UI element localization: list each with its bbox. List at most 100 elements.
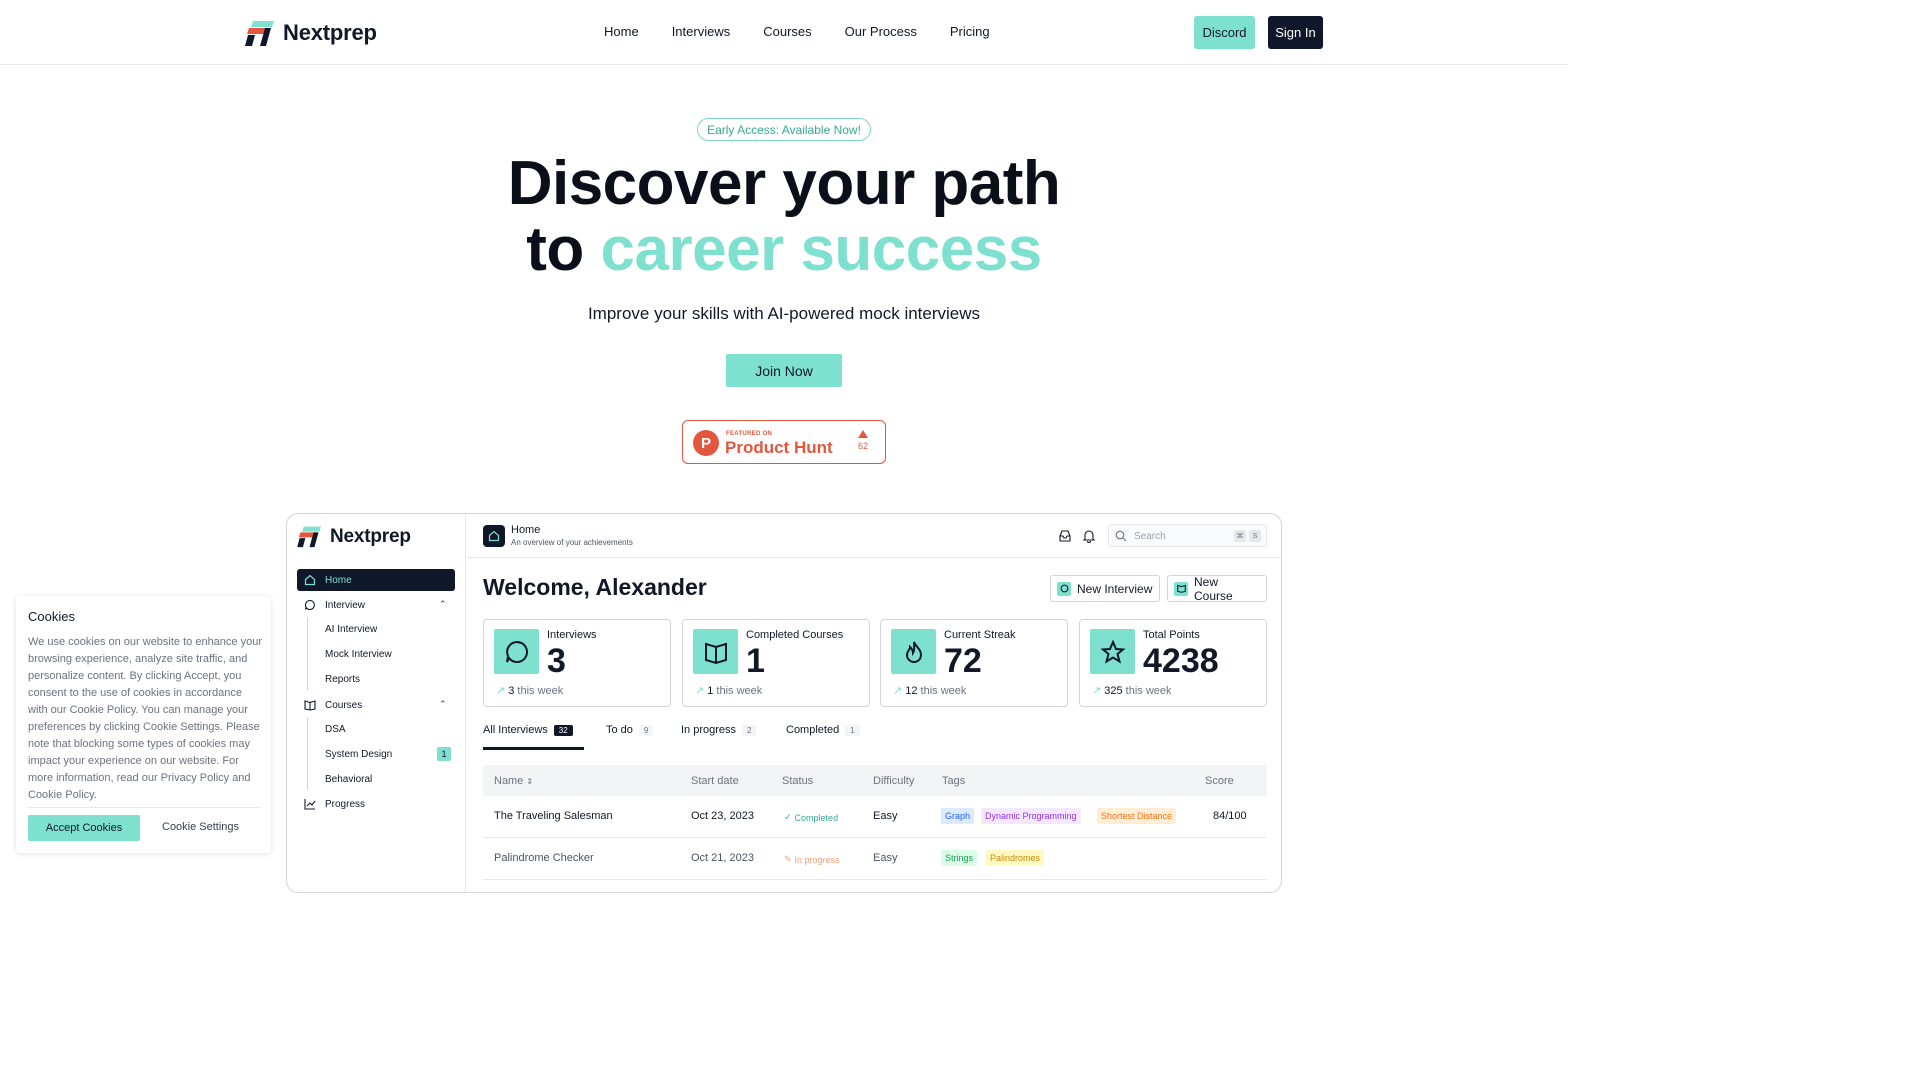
inbox-icon[interactable] [1058,529,1072,543]
product-hunt-name: Product Hunt [725,438,833,457]
stat-card-completed-courses[interactable]: Completed Courses 1 ↗ 1 this week [682,619,870,707]
new-interview-button[interactable]: New Interview [1050,575,1160,602]
tag: Dynamic Programming [981,808,1081,824]
column-start-date[interactable]: Start date [691,775,739,787]
sidebar-item-courses[interactable]: Courses [297,694,455,716]
cell-difficulty: Easy [873,810,898,822]
column-difficulty[interactable]: Difficulty [873,775,914,787]
cell-score: 84/100 [1213,810,1247,822]
cell-difficulty: Easy [873,852,898,864]
stat-card-current-streak[interactable]: Current Streak 72 ↗ 12 this week [880,619,1068,707]
chevron-up-icon[interactable]: ⌃ [439,699,447,710]
trend-up-icon: ↗ [695,685,705,697]
tag: Graph [941,808,975,824]
new-course-button[interactable]: New Course [1167,575,1267,603]
table-row[interactable]: Palindrome Checker Oct 21, 2023 ✎ In prog… [483,838,1267,880]
divider [28,807,260,808]
app-sidebar: Nextprep Home Interview ⌃ AI Interview M… [287,514,466,892]
sidebar-item-progress[interactable]: Progress [297,793,455,815]
join-now-button[interactable]: Join Now [726,354,842,387]
hero-accent: career success [600,215,1043,284]
status-badge: ✓ Completed [784,812,839,823]
hero-heading-line2: to career success [0,214,1568,285]
sidebar-item-system-design[interactable]: System Design [325,749,392,760]
chat-icon [494,629,539,674]
search-input[interactable]: Search ⌘ S [1108,524,1267,547]
tab-count: 2 [742,724,757,736]
nav-home[interactable]: Home [604,24,639,39]
tab-completed[interactable]: Completed 1 [786,724,860,736]
chevron-up-icon[interactable]: ⌃ [439,599,447,610]
tab-count: 32 [553,724,573,736]
logo-mark-icon [297,526,321,548]
page-subtitle: An overview of your achievements [511,538,633,547]
stat-card-total-points[interactable]: Total Points 4238 ↗ 325 this week [1079,619,1267,707]
sidebar-item-home[interactable]: Home [297,569,455,591]
main-nav: Home Interviews Courses Our Process Pric… [604,24,1023,39]
product-hunt-featured: FEATURED ON [726,431,773,437]
stat-value: 3 [547,642,566,680]
trend-up-icon: ↗ [1092,685,1102,697]
sidebar-item-label: Courses [325,699,363,711]
stat-delta: ↗ 12 this week [893,685,967,697]
stat-card-interviews[interactable]: Interviews 3 ↗ 3 this week [483,619,671,707]
sidebar-item-mock-interview[interactable]: Mock Interview [325,649,392,660]
nav-our-process[interactable]: Our Process [845,24,917,39]
sign-in-button[interactable]: Sign In [1268,16,1323,49]
app-main: Home An overview of your achievements Se… [467,514,1281,892]
search-placeholder: Search [1134,531,1166,542]
stat-delta: ↗ 3 this week [496,685,564,697]
column-tags[interactable]: Tags [942,775,965,787]
hero-prefix: to [526,215,584,284]
accept-cookies-button[interactable]: Accept Cookies [28,815,140,841]
sidebar-item-label: Progress [325,798,366,810]
column-score[interactable]: Score [1205,775,1234,787]
nav-interviews[interactable]: Interviews [672,24,731,39]
tree-line [307,617,308,690]
hero-heading-line1: Discover your path [507,149,1061,218]
stat-delta: ↗ 325 this week [1092,685,1172,697]
tag: Palindromes [986,850,1045,866]
sidebar-item-ai-interview[interactable]: AI Interview [325,624,377,635]
product-hunt-badge[interactable]: P FEATURED ON Product Hunt 62 [682,420,886,464]
stat-label: Current Streak [944,629,1016,641]
sidebar-item-dsa[interactable]: DSA [325,724,346,735]
chat-icon [1057,581,1071,596]
tab-all-interviews[interactable]: All Interviews 32 [483,724,573,736]
logo-mark-icon [245,21,274,46]
app-brand-logo[interactable]: Nextprep [297,525,411,548]
sidebar-item-behavioral[interactable]: Behavioral [325,774,372,785]
product-hunt-votes: 62 [853,430,873,451]
tab-count: 1 [845,724,860,736]
nav-pricing[interactable]: Pricing [950,24,990,39]
active-tab-indicator [483,747,584,750]
cookie-settings-button[interactable]: Cookie Settings [162,821,239,833]
app-preview: Nextprep Home Interview ⌃ AI Interview M… [286,513,1282,893]
chat-icon [303,598,317,612]
cookie-body: We use cookies on our website to enhance… [28,636,262,801]
stat-value: 4238 [1143,642,1219,680]
sidebar-item-reports[interactable]: Reports [325,674,360,685]
table-row[interactable]: The Traveling Salesman Oct 23, 2023 ✓ Com… [483,796,1267,838]
flame-icon [891,629,936,674]
stat-label: Interviews [547,629,597,641]
table-header: Name ⇕ Start date Status Difficulty Tags… [483,765,1267,796]
tab-in-progress[interactable]: In progress 2 [681,724,757,736]
nav-courses[interactable]: Courses [763,24,811,39]
kbd-key: S [1249,530,1261,542]
discord-button[interactable]: Discord [1194,16,1255,49]
cell-name: Palindrome Checker [494,852,594,864]
hero-subtitle: Improve your skills with AI-powered mock… [587,304,981,323]
trend-up-icon: ↗ [893,685,903,697]
sidebar-item-label: Interview [325,599,366,611]
home-icon [303,573,317,587]
sidebar-item-interview[interactable]: Interview [297,594,455,616]
book-icon [1174,581,1188,596]
tab-to-do[interactable]: To do 9 [606,724,654,736]
tag: Shortest Distance [1097,808,1177,824]
brand-logo[interactable]: Nextprep [245,19,377,47]
column-status[interactable]: Status [782,775,813,787]
bell-icon[interactable] [1082,529,1096,543]
tag: Strings [941,850,978,866]
column-name[interactable]: Name ⇕ [494,775,533,787]
